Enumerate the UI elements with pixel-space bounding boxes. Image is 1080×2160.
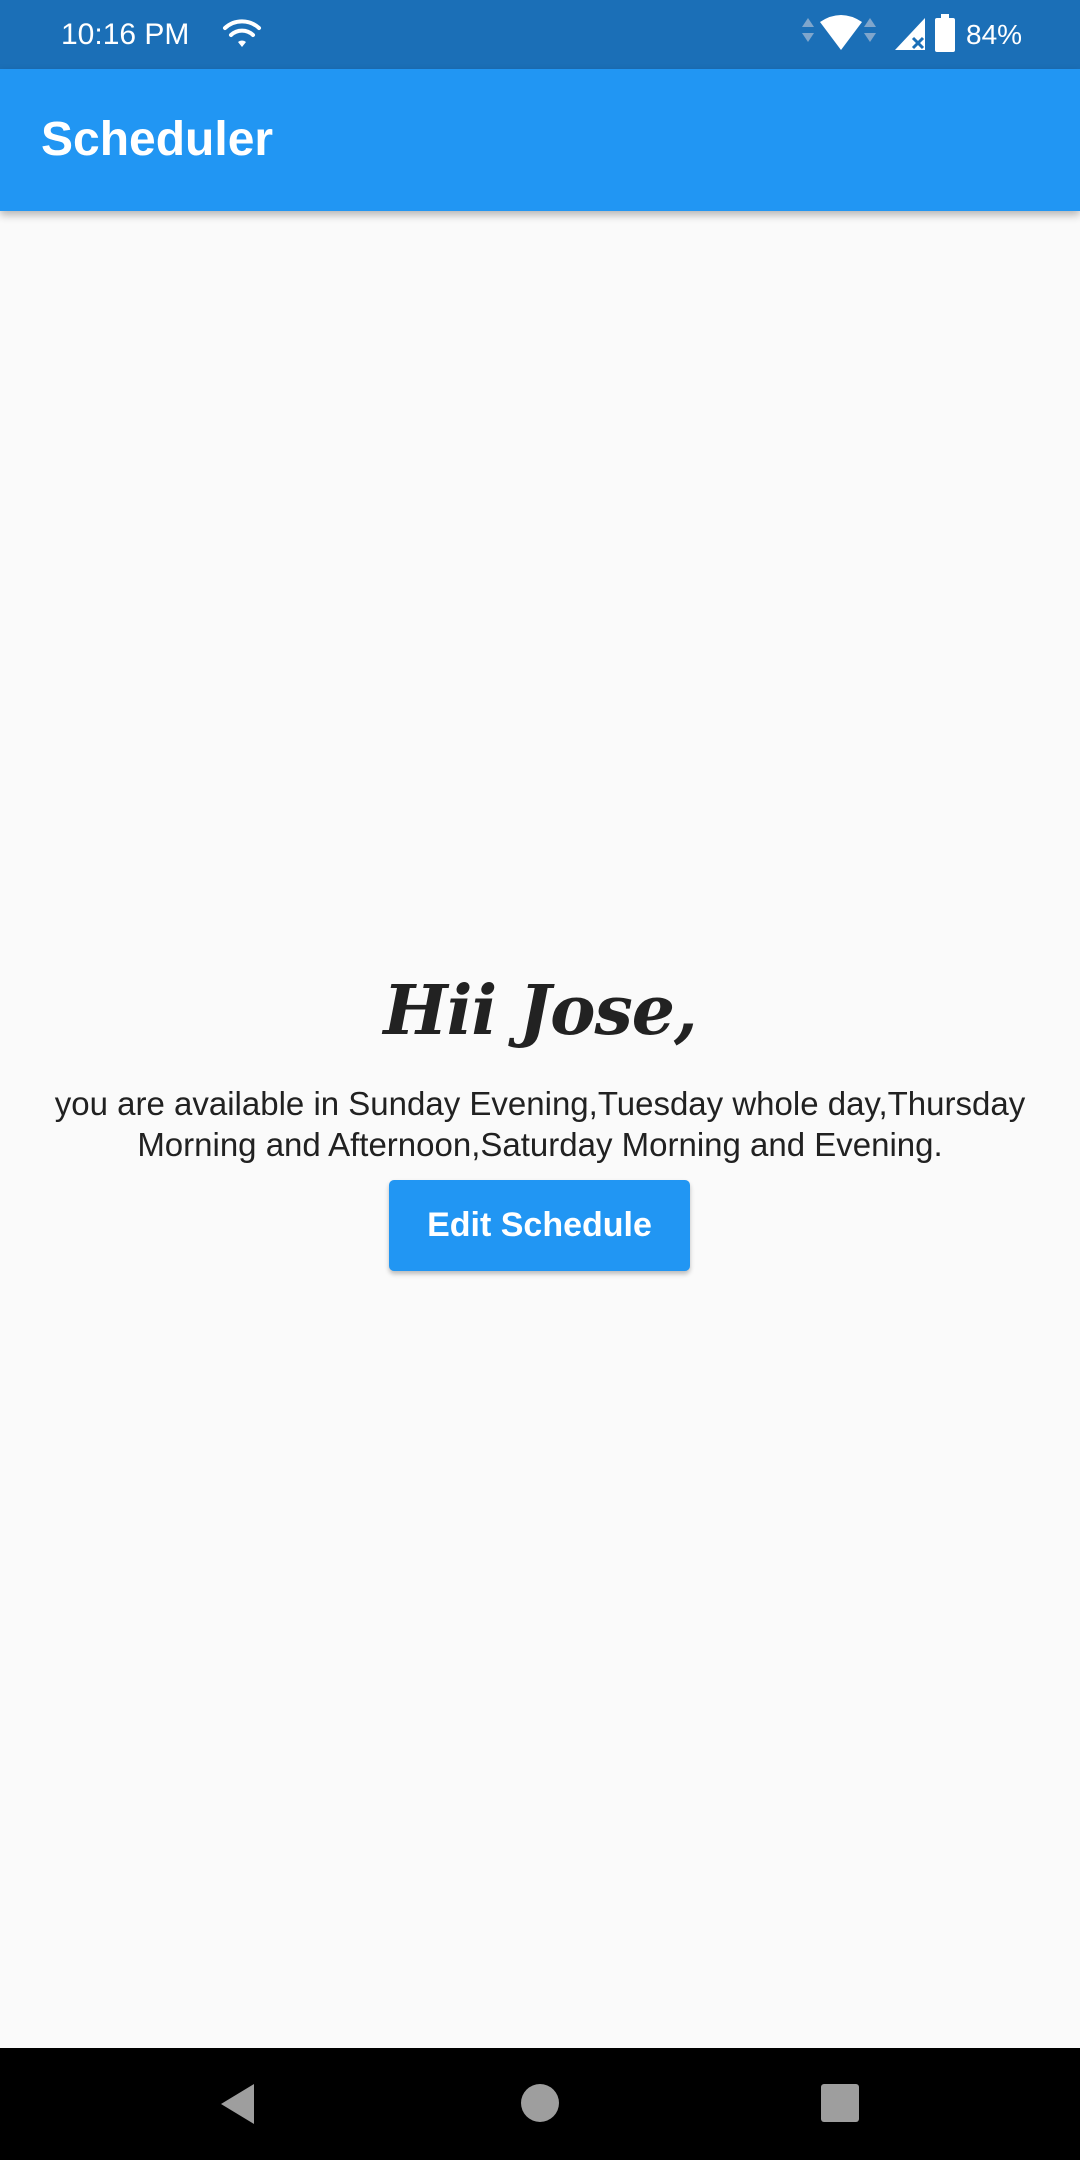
battery-icon — [935, 14, 955, 52]
data-arrows-icon — [864, 18, 876, 42]
status-bar: 10:16 PM 84% — [0, 0, 1080, 69]
main-content: Hii Jose, you are available in Sunday Ev… — [0, 211, 1080, 2048]
recent-apps-icon[interactable] — [821, 2084, 859, 2122]
signal-icon — [895, 18, 925, 50]
back-icon[interactable] — [218, 2082, 258, 2126]
app-bar: Scheduler — [0, 69, 1080, 211]
edit-schedule-button[interactable]: Edit Schedule — [389, 1180, 690, 1271]
wifi-signal-icon — [820, 15, 862, 50]
status-time: 10:16 PM — [61, 18, 190, 51]
app-title: Scheduler — [41, 113, 274, 166]
data-arrows-icon — [802, 18, 814, 42]
wifi-icon — [223, 19, 261, 47]
battery-percentage: 84% — [966, 19, 1023, 50]
home-icon[interactable] — [521, 2084, 559, 2122]
navigation-bar — [0, 2048, 1080, 2160]
availability-text: you are available in Sunday Evening,Tues… — [54, 1085, 1026, 1163]
greeting-heading: Hii Jose, — [383, 971, 697, 1051]
